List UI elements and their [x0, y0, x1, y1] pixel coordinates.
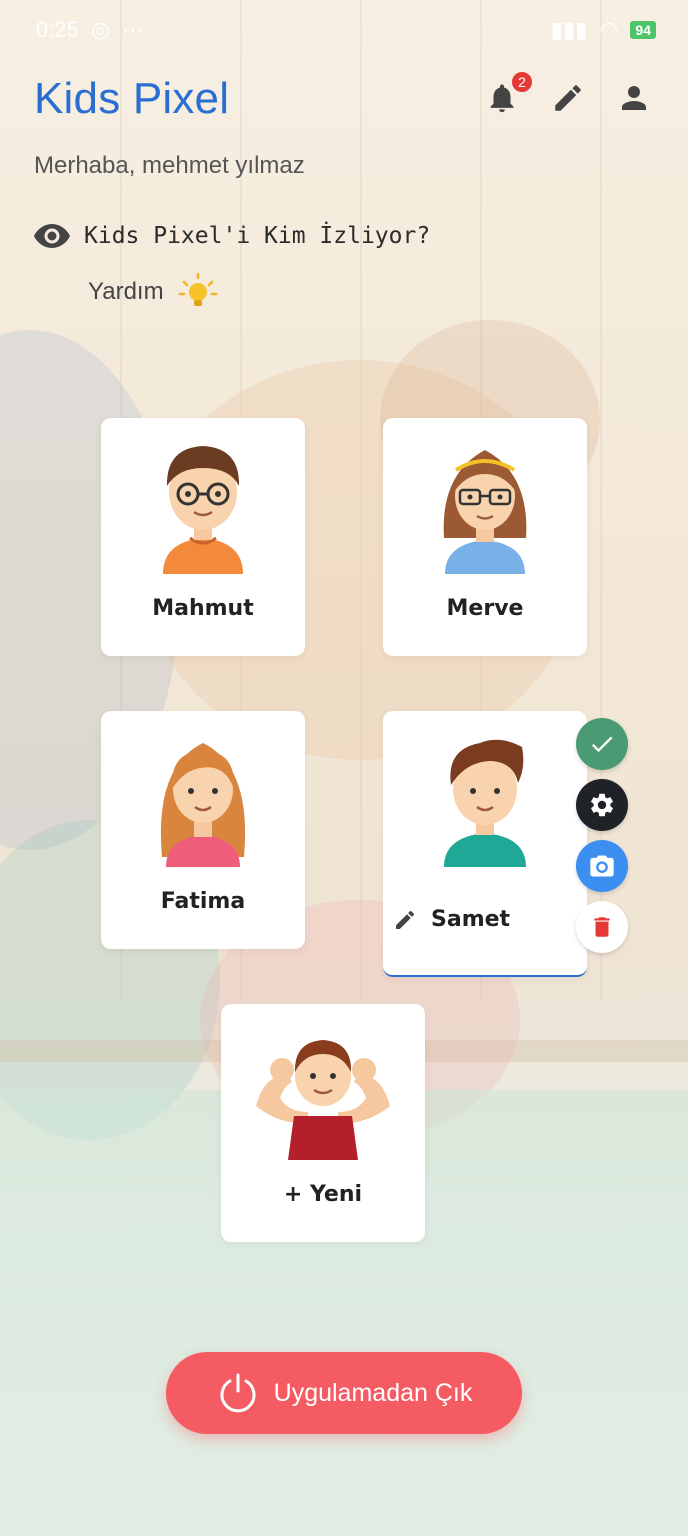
exit-app-button[interactable]: Uygulamadan Çık [166, 1352, 522, 1434]
pencil-icon [396, 910, 415, 929]
check-icon [591, 736, 613, 753]
profile-name-edit-field[interactable]: Samet [393, 907, 510, 932]
camera-button[interactable] [576, 840, 628, 892]
who-watching-title: Kids Pixel'i Kim İzliyor? [84, 223, 431, 249]
exit-app-label: Uygulamadan Çık [273, 1378, 473, 1407]
boy-avatar [444, 739, 526, 867]
more-icon: ··· [122, 17, 145, 42]
signal-icon: ▮▮▮ [550, 17, 588, 42]
power-icon [220, 1373, 256, 1413]
confirm-button[interactable] [576, 718, 628, 770]
eye-icon [34, 224, 70, 248]
header-actions: 2 [484, 70, 652, 116]
help-link[interactable]: Yardım [88, 272, 218, 312]
edit-button[interactable] [550, 80, 586, 116]
notifications-button[interactable]: 2 [484, 70, 534, 116]
person-icon [622, 86, 646, 110]
girl-glasses-avatar [443, 450, 527, 574]
profile-name: Mahmut [152, 596, 254, 621]
profile-name: Fatima [160, 889, 246, 914]
new-profile-label: + Yeni [283, 1182, 363, 1207]
camera-icon [590, 855, 614, 877]
lightbulb-icon [178, 272, 217, 306]
profile-name: Merve [446, 596, 524, 621]
settings-button[interactable] [576, 779, 628, 831]
app-title: Kids Pixel [34, 74, 230, 123]
profile-edit-actions [576, 718, 628, 953]
trash-icon [594, 917, 610, 937]
whatsapp-icon: ◎ [90, 17, 111, 42]
who-watching-row: Kids Pixel'i Kim İzliyor? [34, 222, 430, 250]
status-time: 0:25 [36, 17, 79, 42]
profile-card-fatima[interactable]: Fatima [101, 711, 305, 949]
pencil-icon [555, 85, 581, 111]
gear-icon [591, 793, 613, 817]
profile-card-samet[interactable]: Samet [383, 711, 587, 977]
delete-button[interactable] [576, 901, 628, 953]
new-profile-card[interactable]: + Yeni [221, 1004, 425, 1242]
account-button[interactable] [616, 80, 652, 116]
boy-glasses-avatar [163, 446, 243, 574]
greeting-text: Merhaba, mehmet yılmaz [34, 152, 305, 179]
battery-indicator: 94 [630, 21, 656, 39]
flexing-boy-avatar [256, 1040, 390, 1160]
help-label: Yardım [88, 278, 164, 305]
wifi-icon: ◠ [599, 17, 619, 42]
profile-card-mahmut[interactable]: Mahmut [101, 418, 305, 656]
profile-card-merve[interactable]: Merve [383, 418, 587, 656]
girl-long-hair-avatar [160, 743, 246, 867]
notification-badge: 2 [510, 70, 534, 94]
status-bar: 0:25 ◎ ··· ▮▮▮ ◠ 94 [0, 0, 688, 60]
profile-name: Samet [431, 907, 511, 932]
